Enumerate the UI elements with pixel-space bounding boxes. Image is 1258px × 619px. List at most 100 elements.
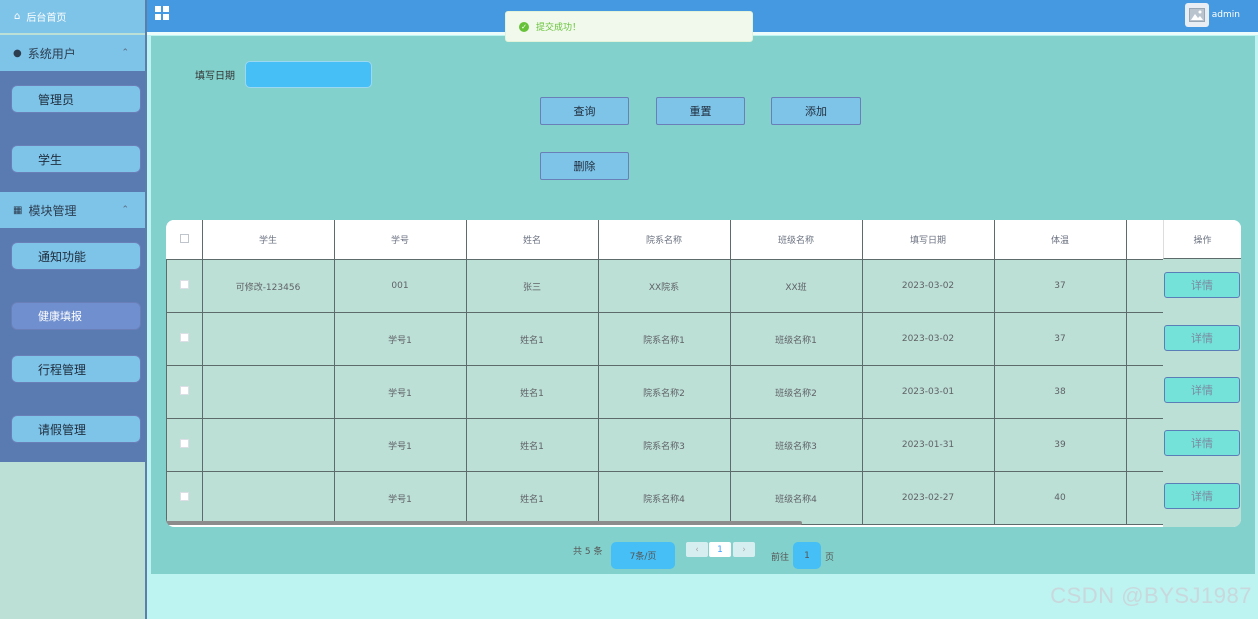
row-select-cell[interactable] <box>166 418 203 472</box>
add-button[interactable]: 添加 <box>771 97 861 125</box>
row-checkbox[interactable] <box>179 333 189 342</box>
table-cell: 姓名1 <box>465 418 599 472</box>
success-toast: ✓ 提交成功！ <box>505 11 753 42</box>
table-cell <box>201 312 335 366</box>
date-filter-label: 填写日期 <box>195 71 235 82</box>
table-cell: 37 <box>993 312 1127 366</box>
date-filter-input[interactable] <box>245 61 372 88</box>
table-cell: 院系名称1 <box>597 312 731 366</box>
image-icon <box>1189 8 1205 22</box>
table-cell: 院系名称2 <box>597 365 731 419</box>
sidebar-item-health-report[interactable]: 健康填报 <box>11 302 141 330</box>
detail-button[interactable]: 详情 <box>1164 430 1240 456</box>
chevron-up-icon: ⌃ <box>121 48 129 58</box>
select-all-cell[interactable] <box>166 220 203 260</box>
row-select-cell[interactable] <box>166 312 203 366</box>
table-cell <box>201 471 335 525</box>
table-cell-extra <box>1125 418 1168 472</box>
table-cell: 姓名1 <box>465 471 599 525</box>
table-cell: 2023-03-02 <box>861 259 995 313</box>
goto-suffix: 页 <box>825 553 835 563</box>
sidebar-item-leave[interactable]: 请假管理 <box>11 415 141 443</box>
table-cell: 院系名称4 <box>597 471 731 525</box>
table-cell: 2023-02-27 <box>861 471 995 525</box>
sidebar-home[interactable]: ⌂ 后台首页 <box>0 0 145 33</box>
table-cell: 40 <box>993 471 1127 525</box>
table-cell: 班级名称1 <box>729 312 863 366</box>
table-cell: 可修改-123456 <box>201 259 335 313</box>
detail-button[interactable]: 详情 <box>1164 325 1240 351</box>
operation-column: 操作 详情 详情 详情 详情 详情 <box>1163 220 1241 527</box>
table-row: 学号1 姓名1 院系名称4 班级名称4 2023-02-27 40 <box>166 471 1168 525</box>
sidebar-item-notice[interactable]: 通知功能 <box>11 242 141 270</box>
table-cell: 39 <box>993 418 1127 472</box>
row-select-cell[interactable] <box>166 259 203 313</box>
delete-button[interactable]: 删除 <box>540 152 629 180</box>
sidebar-group-system-users[interactable]: ● 系统用户 ⌃ <box>0 35 145 71</box>
chevron-right-icon: › <box>742 544 746 555</box>
table-cell: 学号1 <box>333 365 467 419</box>
table-cell <box>201 418 335 472</box>
home-icon: ⌂ <box>14 11 21 22</box>
data-table: 学生 学号 姓名 院系名称 班级名称 填写日期 体温 可修改-123456 00… <box>166 220 1241 527</box>
sidebar-item-trip[interactable]: 行程管理 <box>11 355 141 383</box>
row-select-cell[interactable] <box>166 365 203 419</box>
row-checkbox[interactable] <box>179 386 189 395</box>
table-cell: 班级名称3 <box>729 418 863 472</box>
row-select-cell[interactable] <box>166 471 203 525</box>
table-cell: 001 <box>333 259 467 313</box>
table-cell: 姓名1 <box>465 312 599 366</box>
query-button[interactable]: 查询 <box>540 97 629 125</box>
column-header: 学生 <box>202 220 335 260</box>
operation-column-header: 操作 <box>1163 220 1241 259</box>
table-row: 学号1 姓名1 院系名称2 班级名称2 2023-03-01 38 <box>166 365 1168 419</box>
prev-page-button[interactable]: ‹ <box>686 542 708 557</box>
table-cell: 学号1 <box>333 312 467 366</box>
table-cell: 姓名1 <box>465 365 599 419</box>
table-cell-extra <box>1125 471 1168 525</box>
table-row: 学号1 姓名1 院系名称1 班级名称1 2023-03-02 37 <box>166 312 1168 366</box>
select-all-checkbox[interactable] <box>179 233 189 243</box>
table-cell: 班级名称4 <box>729 471 863 525</box>
row-checkbox[interactable] <box>179 439 189 448</box>
table-cell: 张三 <box>465 259 599 313</box>
sidebar-item-admin[interactable]: 管理员 <box>11 85 141 113</box>
horizontal-scrollbar[interactable] <box>166 521 802 525</box>
table-cell: XX班 <box>729 259 863 313</box>
detail-button[interactable]: 详情 <box>1164 377 1240 403</box>
sidebar-home-label: 后台首页 <box>26 13 67 24</box>
table-cell: 2023-03-02 <box>861 312 995 366</box>
row-checkbox[interactable] <box>179 280 189 289</box>
column-header: 填写日期 <box>862 220 995 260</box>
table-cell: 37 <box>993 259 1127 313</box>
user-name[interactable]: admin <box>1212 10 1240 20</box>
table-grid: 学生 学号 姓名 院系名称 班级名称 填写日期 体温 可修改-123456 00… <box>166 220 1168 525</box>
detail-button[interactable]: 详情 <box>1164 272 1240 298</box>
page-number-current[interactable]: 1 <box>709 542 731 557</box>
table-cell-extra <box>1125 312 1168 366</box>
sidebar-group-label: 系统用户 <box>27 46 76 61</box>
chevron-up-icon: ⌃ <box>121 205 129 215</box>
next-page-button[interactable]: › <box>733 542 755 557</box>
page-size-select[interactable]: 7条/页 <box>611 542 675 569</box>
table-cell <box>201 365 335 419</box>
table-cell: 学号1 <box>333 418 467 472</box>
table-cell-extra <box>1125 259 1168 313</box>
table-row: 可修改-123456 001 张三 XX院系 XX班 2023-03-02 37 <box>166 259 1168 313</box>
table-cell: XX院系 <box>597 259 731 313</box>
row-checkbox[interactable] <box>179 492 189 501</box>
column-header: 院系名称 <box>598 220 731 260</box>
reset-button[interactable]: 重置 <box>656 97 745 125</box>
sidebar-item-student[interactable]: 学生 <box>11 145 141 173</box>
goto-label: 前往 <box>771 553 790 563</box>
avatar[interactable] <box>1185 3 1209 27</box>
goto-page-input[interactable]: 1 <box>793 542 821 569</box>
table-cell: 学号1 <box>333 471 467 525</box>
detail-button[interactable]: 详情 <box>1164 483 1240 509</box>
chevron-left-icon: ‹ <box>695 544 699 555</box>
table-cell: 院系名称3 <box>597 418 731 472</box>
menu-toggle-icon[interactable] <box>155 6 169 20</box>
user-icon: ● <box>13 47 22 59</box>
sidebar-group-module-management[interactable]: ▦ 模块管理 ⌃ <box>0 192 145 228</box>
table-cell-extra <box>1125 365 1168 419</box>
